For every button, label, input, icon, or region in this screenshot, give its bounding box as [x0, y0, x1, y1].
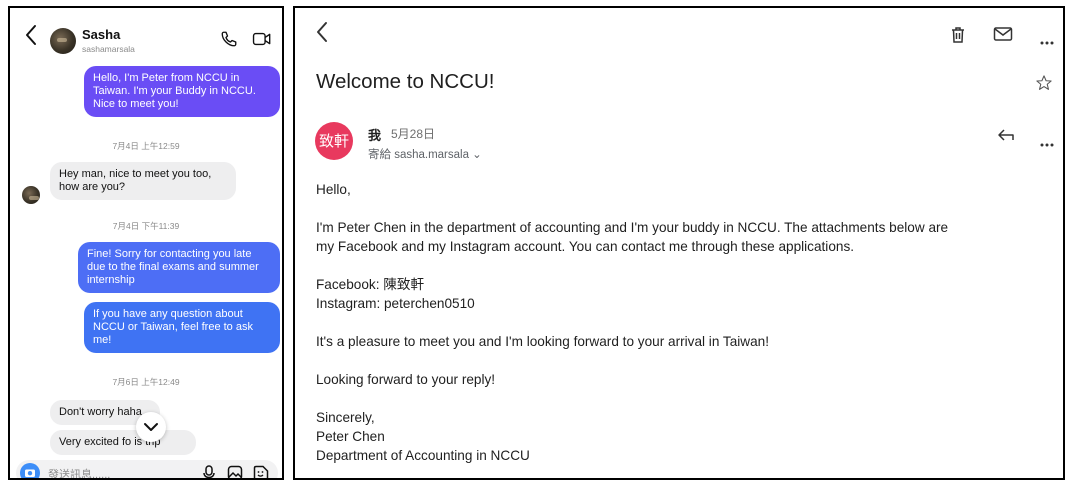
microphone-icon[interactable] [202, 465, 216, 478]
message-bubble-outgoing[interactable]: If you have any question about NCCU or T… [84, 302, 280, 353]
mail-icon[interactable] [993, 26, 1013, 47]
chevron-down-icon [144, 423, 158, 431]
scroll-down-button[interactable] [136, 412, 166, 442]
video-icon[interactable] [252, 30, 272, 53]
chat-panel: Sasha sashamarsala Hello, I'm Peter from… [8, 6, 284, 480]
star-icon[interactable] [1035, 74, 1053, 97]
instagram-line: Instagram: peterchen0510 [316, 296, 475, 311]
email-paragraph: I'm Peter Chen in the department of acco… [316, 220, 949, 235]
email-paragraph: my Facebook and my Instagram account. Yo… [316, 239, 855, 254]
message-bubble-incoming[interactable]: Very excited fo is trip [50, 430, 196, 455]
contact-avatar-small[interactable] [22, 186, 40, 204]
back-arrow-icon[interactable] [24, 24, 38, 50]
message-input[interactable]: 發送訊息...... [16, 460, 278, 480]
sticker-icon[interactable] [253, 465, 269, 478]
sender-avatar[interactable]: 致軒 [315, 122, 353, 160]
email-panel: Welcome to NCCU! 致軒 我 5月28日 寄給 sasha.mar… [293, 6, 1065, 480]
email-signature-dept: Department of Accounting in NCCU [316, 448, 530, 463]
message-bubble-outgoing[interactable]: Fine! Sorry for contacting you late due … [78, 242, 280, 293]
email-subject: Welcome to NCCU! [316, 70, 495, 93]
email-paragraph: It's a pleasure to meet you and I'm look… [316, 334, 770, 349]
contact-avatar[interactable] [50, 28, 76, 54]
message-timestamp: 7月6日 上午12:49 [112, 377, 180, 387]
recipient-line[interactable]: 寄給 sasha.marsala ⌄ [368, 146, 482, 162]
email-signature-name: Peter Chen [316, 429, 385, 444]
facebook-line: Facebook: 陳致軒 [316, 277, 425, 292]
message-timestamp: 7月4日 上午12:59 [112, 141, 180, 151]
chat-header: Sasha sashamarsala [10, 8, 282, 64]
email-date: 5月28日 [391, 127, 436, 141]
image-icon[interactable] [227, 465, 243, 478]
email-closing: Sincerely, [316, 410, 375, 425]
more-icon[interactable] [1040, 32, 1054, 50]
phone-icon[interactable] [220, 30, 238, 53]
message-input-placeholder: 發送訊息...... [48, 469, 111, 480]
email-paragraph: Looking forward to your reply! [316, 372, 496, 387]
message-timestamp: 7月4日 下午11:39 [112, 221, 180, 231]
camera-icon[interactable] [20, 463, 40, 478]
contact-username: sashamarsala [82, 44, 135, 54]
sender-name: 我 [368, 128, 382, 143]
trash-icon[interactable] [950, 26, 966, 49]
email-greeting: Hello, [316, 182, 351, 197]
more-icon[interactable] [1040, 134, 1054, 152]
back-arrow-icon[interactable] [315, 19, 329, 50]
message-bubble-outgoing[interactable]: Hello, I'm Peter from NCCU in Taiwan. I'… [84, 66, 280, 117]
message-bubble-incoming[interactable]: Hey man, nice to meet you too, how are y… [50, 162, 236, 200]
contact-name[interactable]: Sasha [82, 27, 120, 42]
reply-icon[interactable] [997, 128, 1015, 147]
